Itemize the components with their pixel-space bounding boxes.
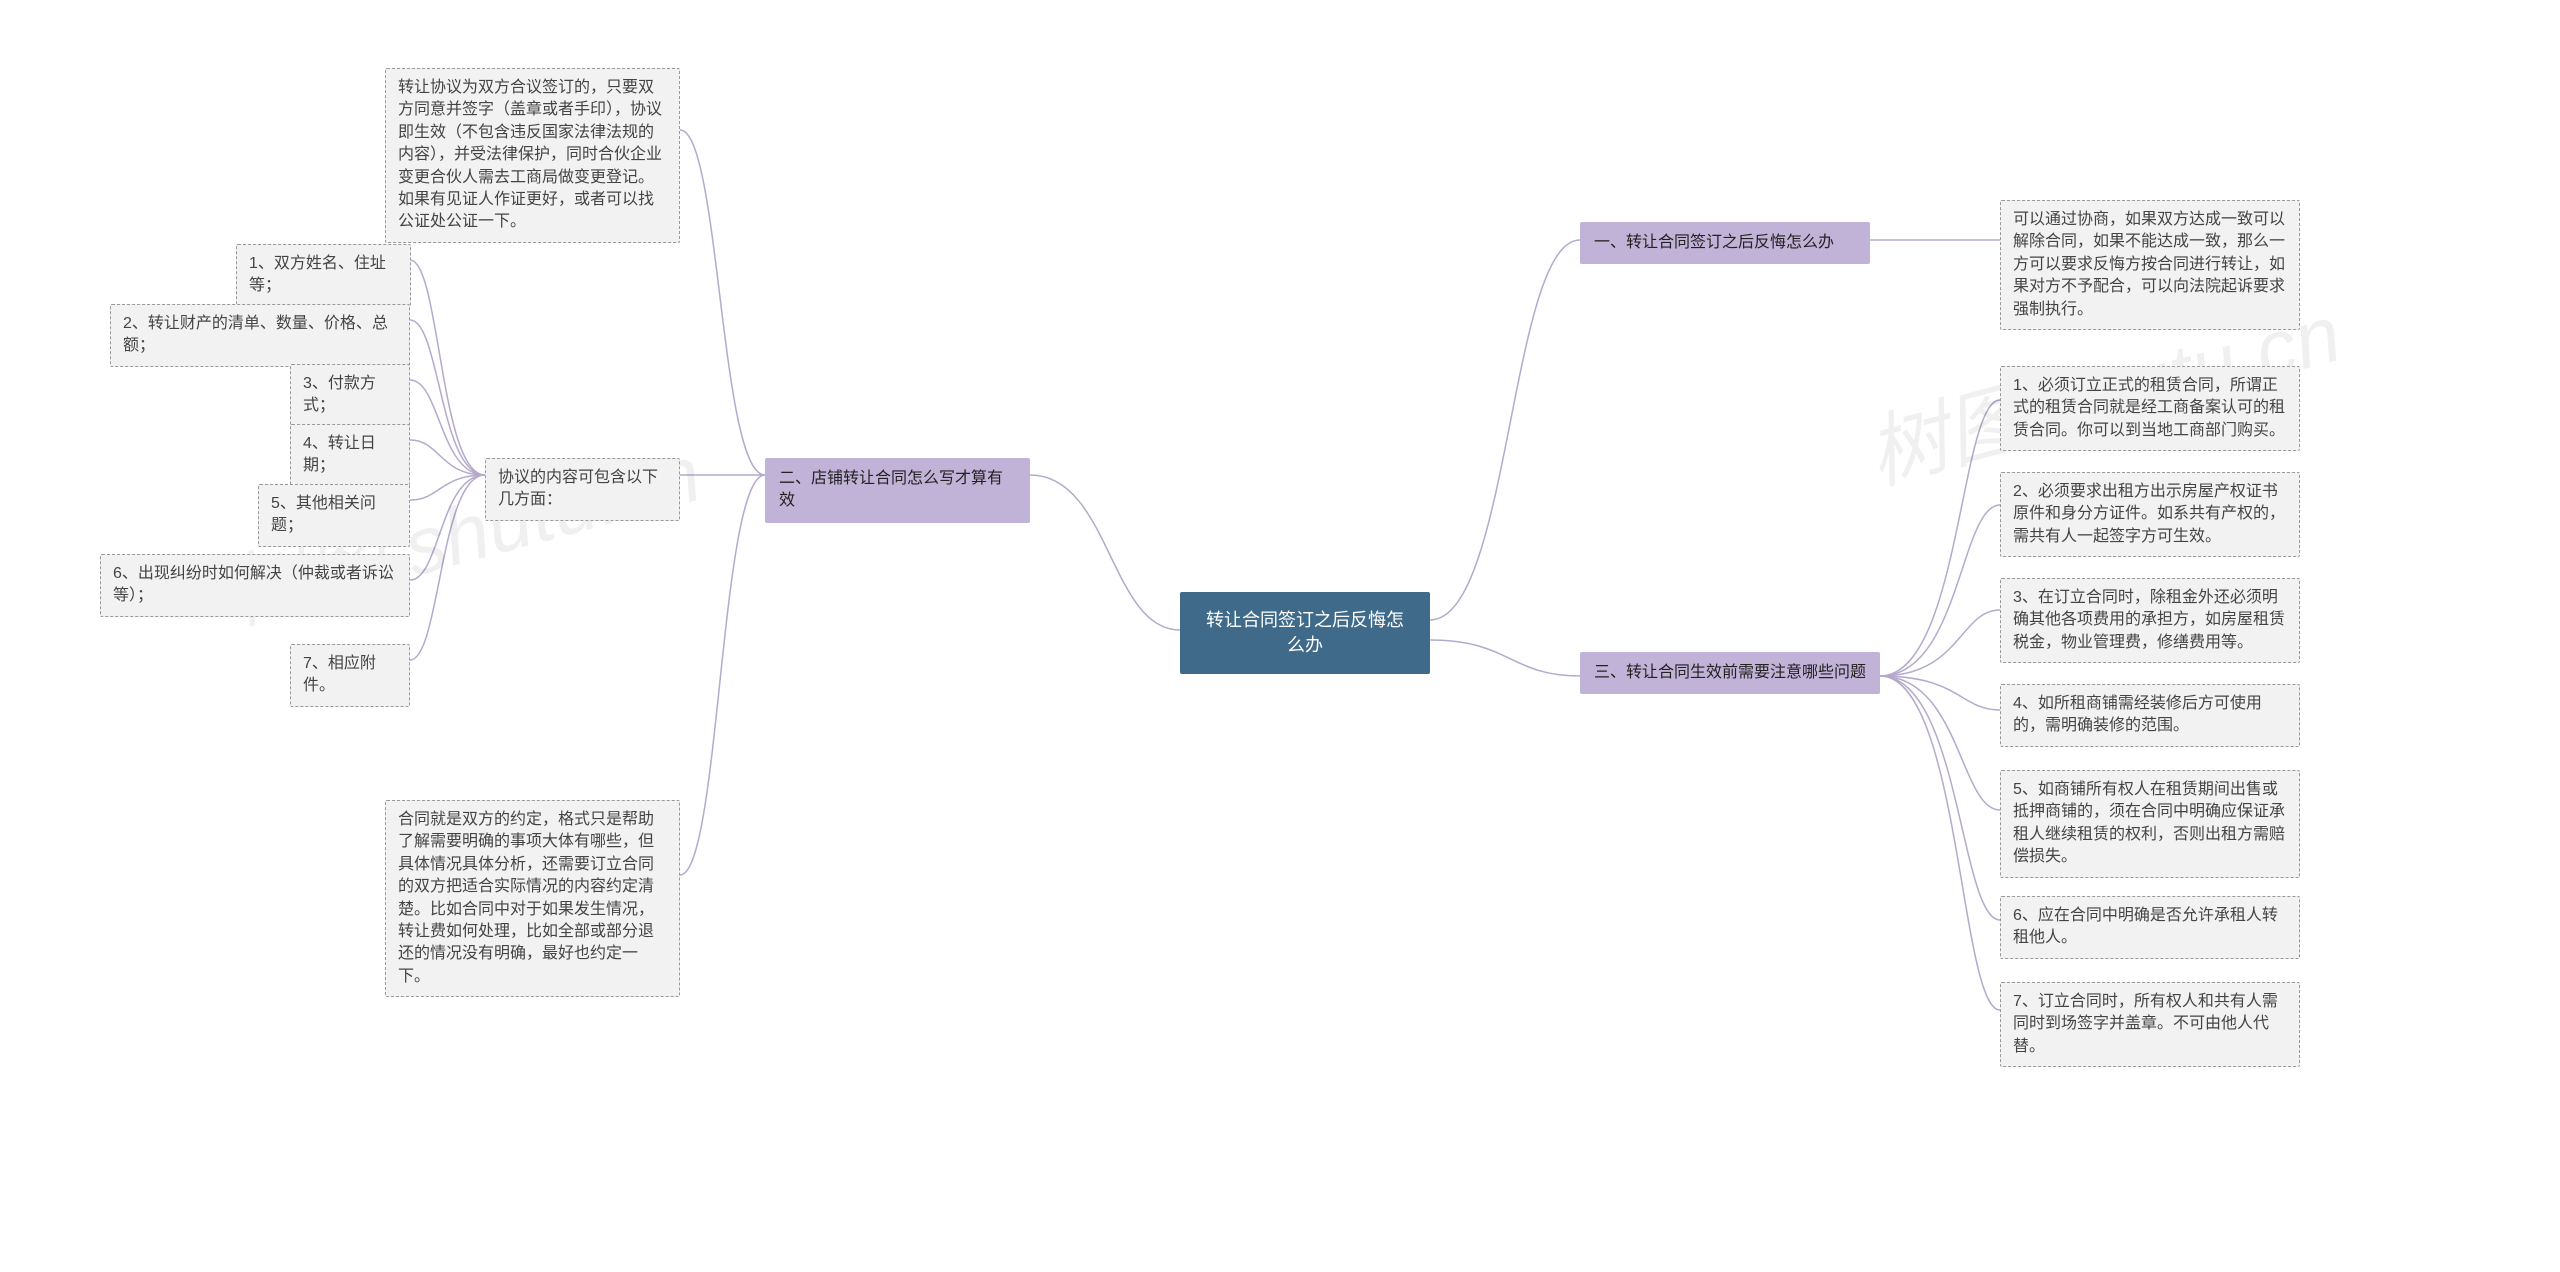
section2-top: 转让协议为双方合议签订的，只要双方同意并签字（盖章或者手印），协议即生效（不包含… — [385, 68, 680, 243]
aspects-item4: 4、转让日期； — [290, 424, 410, 487]
section3-item6: 6、应在合同中明确是否允许承租人转租他人。 — [2000, 896, 2300, 959]
aspects-item3: 3、付款方式； — [290, 364, 410, 427]
section2-bottom: 合同就是双方的约定，格式只是帮助了解需要明确的事项大体有哪些，但具体情况具体分析… — [385, 800, 680, 997]
section2-aspects-title: 协议的内容可包含以下几方面： — [485, 458, 680, 521]
section3-item7: 7、订立合同时，所有权人和共有人需同时到场签字并盖章。不可由他人代替。 — [2000, 982, 2300, 1067]
section3-item5: 5、如商铺所有权人在租赁期间出售或抵押商铺的，须在合同中明确应保证承租人继续租赁… — [2000, 770, 2300, 878]
aspects-item6: 6、出现纠纷时如何解决（仲裁或者诉讼等）； — [100, 554, 410, 617]
section1-title: 一、转让合同签订之后反悔怎么办 — [1580, 222, 1870, 264]
aspects-item5: 5、其他相关问题； — [258, 484, 410, 547]
section2-title: 二、店铺转让合同怎么写才算有效 — [765, 458, 1030, 523]
aspects-item1: 1、双方姓名、住址等； — [236, 244, 411, 307]
section1-item1: 可以通过协商，如果双方达成一致可以解除合同，如果不能达成一致，那么一方可以要求反… — [2000, 200, 2300, 330]
aspects-item7: 7、相应附件。 — [290, 644, 410, 707]
section3-title: 三、转让合同生效前需要注意哪些问题 — [1580, 652, 1880, 694]
section3-item1: 1、必须订立正式的租赁合同，所谓正式的租赁合同就是经工商备案认可的租赁合同。你可… — [2000, 366, 2300, 451]
section3-item2: 2、必须要求出租方出示房屋产权证书原件和身分方证件。如系共有产权的，需共有人一起… — [2000, 472, 2300, 557]
aspects-item2: 2、转让财产的清单、数量、价格、总额； — [110, 304, 410, 367]
root-node: 转让合同签订之后反悔怎么办 — [1180, 592, 1430, 674]
section3-item4: 4、如所租商铺需经装修后方可使用的，需明确装修的范围。 — [2000, 684, 2300, 747]
section3-item3: 3、在订立合同时，除租金外还必须明确其他各项费用的承担方，如房屋租赁税金，物业管… — [2000, 578, 2300, 663]
